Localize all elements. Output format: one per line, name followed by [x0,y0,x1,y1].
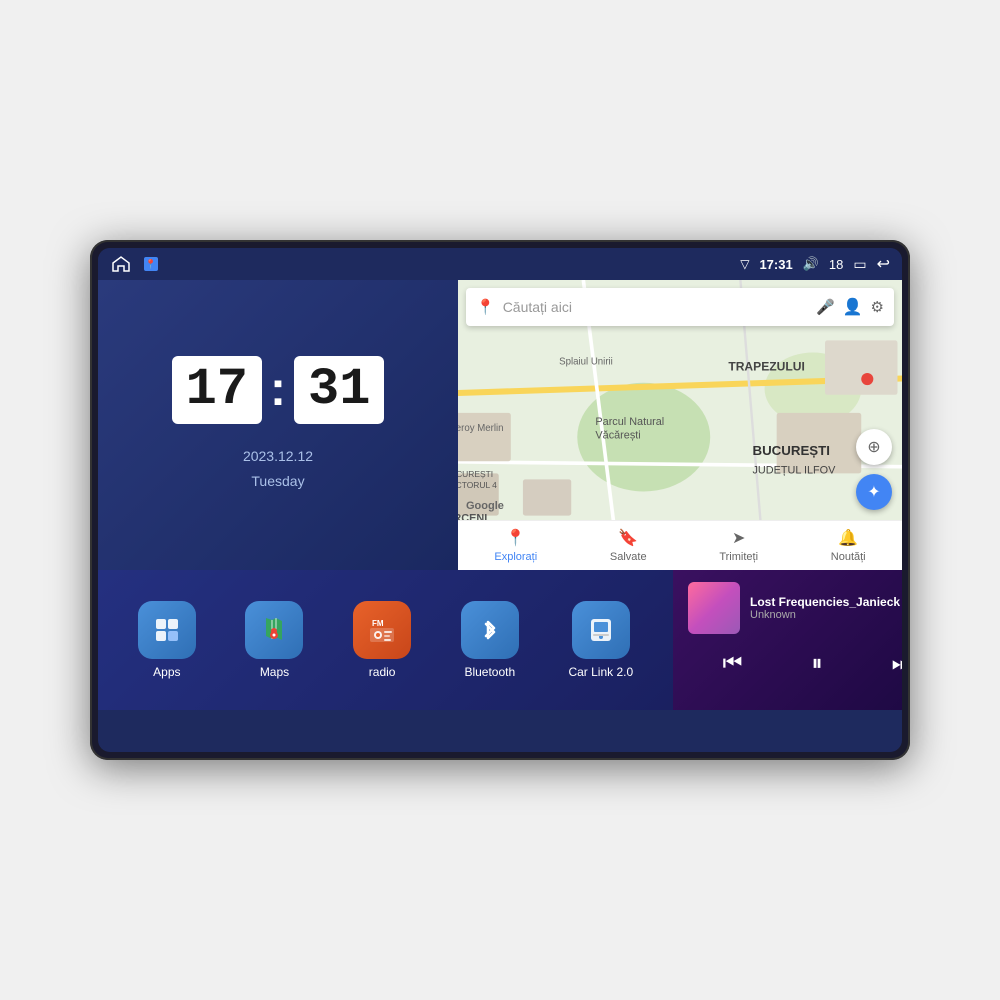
next-button[interactable]: ⏭ [882,646,902,680]
app-shortcut-carlink[interactable]: Car Link 2.0 [568,601,633,679]
bottom-section: Apps [98,570,902,710]
svg-text:Leroy Merlin: Leroy Merlin [458,423,504,434]
radio-label: radio [369,665,396,679]
clock-day: Tuesday [243,469,313,494]
svg-text:Parcul Natural: Parcul Natural [595,416,664,428]
map-location-fab[interactable]: ⊕ [856,429,892,465]
music-title: Lost Frequencies_Janieck Devy-... [750,595,902,609]
layers-icon[interactable]: ⚙ [871,298,884,316]
bluetooth-icon [461,601,519,659]
music-text: Lost Frequencies_Janieck Devy-... Unknow… [750,595,902,621]
saved-icon: 🔖 [618,528,638,548]
app-shortcut-radio[interactable]: FM radio [353,601,411,679]
map-nav-news-label: Noutăți [831,551,866,563]
svg-text:BUCUREȘTI: BUCUREȘTI [753,443,830,458]
music-artist: Unknown [750,609,902,621]
clock-display: 17 : 31 [172,356,385,424]
carlink-label: Car Link 2.0 [568,665,633,679]
voice-search-icon[interactable]: 🎤 [816,298,835,316]
app-shortcut-bluetooth[interactable]: Bluetooth [461,601,519,679]
album-art [688,582,740,634]
battery-icon: ▭ [853,256,866,273]
map-nav-saved[interactable]: 🔖 Salvate [610,528,647,563]
music-player: Lost Frequencies_Janieck Devy-... Unknow… [673,570,902,710]
map-nav-explore[interactable]: 📍 Explorați [494,528,537,563]
apps-icon [138,601,196,659]
news-icon: 🔔 [838,528,858,548]
svg-text:TRAPEZULUI: TRAPEZULUI [728,360,804,374]
map-widget[interactable]: 📍 Căutați aici 🎤 👤 ⚙ [458,280,902,570]
volume-icon: 🔊 [803,256,819,272]
top-section: 17 : 31 2023.12.12 Tuesday 📍 Căutați aic… [98,280,902,570]
send-icon: ➤ [732,528,745,548]
app-shortcut-maps[interactable]: Maps [245,601,303,679]
map-search-placeholder[interactable]: Căutați aici [503,299,808,315]
map-nav-send-label: Trimiteți [719,551,758,563]
map-nav-saved-label: Salvate [610,551,647,563]
google-logo: Google [466,500,504,512]
svg-text:SECTORUL 4: SECTORUL 4 [458,480,497,490]
back-icon[interactable]: ↩ [877,254,890,274]
map-nav-news[interactable]: 🔔 Noutăți [831,528,866,563]
main-content: 17 : 31 2023.12.12 Tuesday 📍 Căutați aic… [98,280,902,752]
maps-icon [245,601,303,659]
status-right: ▽ 17:31 🔊 18 ▭ ↩ [740,254,890,274]
map-search-actions: 🎤 👤 ⚙ [816,297,884,317]
clock-minute: 31 [294,356,384,424]
signal-icon: ▽ [740,257,749,271]
clock-hour: 17 [172,356,262,424]
app-shortcut-apps[interactable]: Apps [138,601,196,679]
explore-icon: 📍 [506,528,526,548]
clock-colon: : [270,366,286,414]
status-bar: 📍 ▽ 17:31 🔊 18 ▭ ↩ [98,248,902,280]
prev-button[interactable]: ⏮ [713,646,753,680]
map-search-bar[interactable]: 📍 Căutați aici 🎤 👤 ⚙ [466,288,894,326]
maps-label: Maps [260,665,289,679]
maps-shortcut-icon[interactable]: 📍 [140,255,162,273]
music-info: Lost Frequencies_Janieck Devy-... Unknow… [688,582,902,634]
svg-text:Văcărești: Văcărești [595,429,640,441]
home-icon[interactable] [110,255,132,273]
battery-level: 18 [829,257,843,272]
clock-date-value: 2023.12.12 [243,444,313,469]
bluetooth-label: Bluetooth [464,665,515,679]
car-head-unit: 📍 ▽ 17:31 🔊 18 ▭ ↩ 17 : [90,240,910,760]
screen: 📍 ▽ 17:31 🔊 18 ▭ ↩ 17 : [98,248,902,752]
svg-text:JUDEȚUL ILFOV: JUDEȚUL ILFOV [753,464,837,476]
map-pin-icon: 📍 [476,298,495,316]
map-nav-send[interactable]: ➤ Trimiteți [719,528,758,563]
map-nav-explore-label: Explorați [494,551,537,563]
svg-text:BUCUREȘTI: BUCUREȘTI [458,469,493,479]
clock-date: 2023.12.12 Tuesday [243,444,313,494]
svg-text:Splaiul Unirii: Splaiul Unirii [559,357,613,368]
map-navigation-fab[interactable]: ✦ [856,474,892,510]
status-time: 17:31 [759,257,792,272]
app-shortcuts: Apps [98,570,673,710]
music-controls: ⏮ ⏸ ⏭ [688,646,902,680]
radio-icon: FM [353,601,411,659]
svg-text:FM: FM [372,619,384,628]
account-icon[interactable]: 👤 [843,297,863,317]
svg-text:📍: 📍 [145,258,156,269]
music-thumbnail [688,582,740,634]
map-bottom-nav: 📍 Explorați 🔖 Salvate ➤ Trimiteți 🔔 [458,520,902,570]
apps-label: Apps [153,665,180,679]
clock-widget: 17 : 31 2023.12.12 Tuesday [98,280,458,570]
status-left: 📍 [110,255,162,273]
play-pause-button[interactable]: ⏸ [802,646,833,680]
carlink-icon [572,601,630,659]
